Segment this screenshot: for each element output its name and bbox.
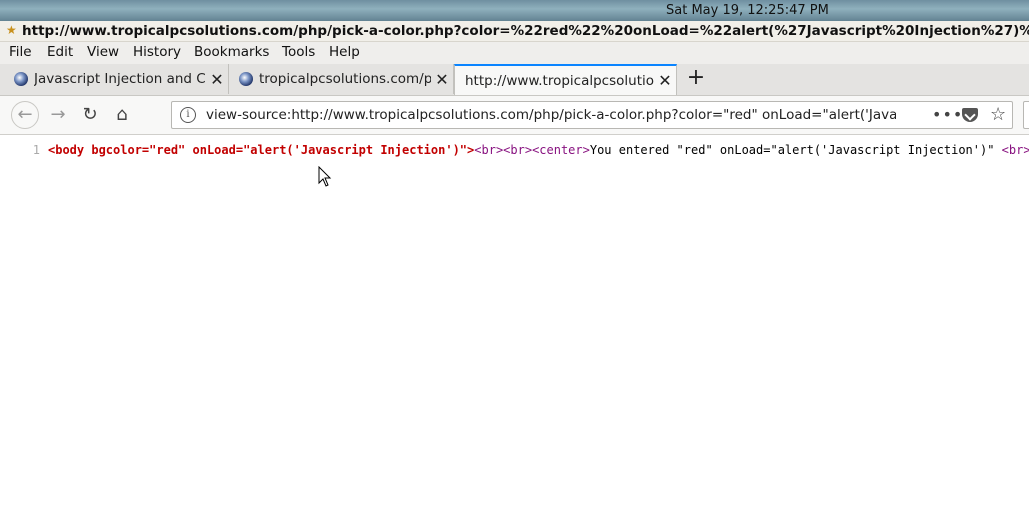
url-text[interactable]: view-source:http://www.tropicalpcsolutio… (206, 107, 896, 123)
tab-label: http://www.tropicalpcsolution (465, 72, 654, 89)
menu-file[interactable]: File (9, 44, 32, 60)
mouse-cursor-icon (318, 166, 332, 187)
search-box-edge[interactable] (1023, 101, 1029, 129)
menu-help[interactable]: Help (329, 44, 360, 60)
line-number: 1 (32, 143, 40, 157)
desktop-panel: Sat May 19, 12:25:47 PM (0, 0, 1029, 22)
home-icon[interactable]: ⌂ (108, 102, 136, 128)
tab-view-source[interactable]: http://www.tropicalpcsolution ✕ (454, 64, 677, 95)
body-tag: <body bgcolor="red" onLoad="alert('Javas… (48, 143, 475, 157)
menu-view[interactable]: View (87, 44, 119, 60)
menu-history[interactable]: History (133, 44, 181, 60)
star-icon[interactable]: ☆ (990, 104, 1006, 125)
navigation-bar: ← → ↻ ⌂ i view-source:http://www.tropica… (0, 96, 1029, 135)
close-tab-icon[interactable]: ✕ (654, 71, 676, 90)
site-favicon-icon (14, 72, 28, 86)
menu-bar: File Edit View History Bookmarks Tools H… (0, 42, 1029, 64)
tab-label: tropicalpcsolutions.com/p (259, 71, 431, 87)
source-view: 1 <body bgcolor="red" onLoad="alert('Java… (0, 135, 1029, 515)
window-title: http://www.tropicalpcsolutions.com/php/p… (22, 23, 1029, 39)
info-icon[interactable]: i (180, 107, 196, 123)
tab-javascript-injection[interactable]: Javascript Injection and C ✕ (0, 64, 229, 94)
arrow-right-icon[interactable]: → (44, 102, 72, 128)
new-tab-button[interactable]: + (684, 66, 708, 90)
pocket-icon[interactable] (962, 108, 978, 122)
menu-bookmarks[interactable]: Bookmarks (194, 44, 269, 60)
close-tab-icon[interactable]: ✕ (206, 70, 228, 89)
br-center-tags: <br><br><center> (474, 143, 590, 157)
br-end-tags: <br><br> (1001, 143, 1029, 157)
arrow-left-icon[interactable]: ← (11, 101, 39, 129)
close-tab-icon[interactable]: ✕ (431, 70, 453, 89)
source-text: You entered "red" onLoad="alert('Javascr… (589, 143, 1002, 157)
menu-tools[interactable]: Tools (282, 44, 315, 60)
tab-label: Javascript Injection and C (34, 71, 206, 87)
tab-tropicalpcsolutions[interactable]: tropicalpcsolutions.com/p ✕ (229, 64, 454, 94)
firefox-star-icon: ★ (6, 23, 17, 37)
clock[interactable]: Sat May 19, 12:25:47 PM (666, 3, 829, 18)
address-bar[interactable]: i view-source:http://www.tropicalpcsolut… (171, 101, 1013, 129)
tab-bar: Javascript Injection and C ✕ tropicalpcs… (0, 64, 1029, 96)
site-favicon-icon (239, 72, 253, 86)
page-actions-button[interactable]: ••• (932, 105, 963, 124)
source-line: 1 <body bgcolor="red" onLoad="alert('Java… (0, 143, 1029, 157)
window-titlebar: ★ http://www.tropicalpcsolutions.com/php… (0, 21, 1029, 42)
menu-edit[interactable]: Edit (47, 44, 73, 60)
reload-icon[interactable]: ↻ (76, 102, 104, 128)
